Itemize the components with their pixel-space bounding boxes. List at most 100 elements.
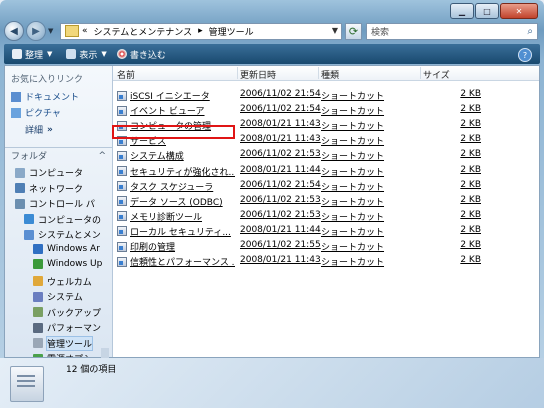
- file-name-cell[interactable]: タスク スケジューラ: [117, 180, 235, 193]
- help-button[interactable]: ?: [518, 48, 532, 62]
- search-icon[interactable]: ⌕: [527, 26, 533, 37]
- file-size[interactable]: 2 KB: [443, 180, 481, 190]
- burn-button[interactable]: 書き込む: [116, 48, 166, 61]
- file-date[interactable]: 2006/11/02 21:54: [240, 89, 321, 99]
- column-divider[interactable]: [237, 67, 238, 79]
- file-type[interactable]: ショートカット: [321, 119, 384, 132]
- column-name[interactable]: 名前: [117, 68, 135, 81]
- minimize-button[interactable]: ▁: [450, 3, 474, 19]
- file-name[interactable]: メモリ診断ツール: [130, 210, 202, 223]
- file-name-cell[interactable]: セキュリティが強化され...: [117, 165, 235, 178]
- file-name-cell[interactable]: データ ソース (ODBC): [117, 195, 235, 208]
- column-divider[interactable]: [420, 67, 421, 79]
- close-button[interactable]: ✕: [500, 3, 538, 19]
- file-row[interactable]: iSCSI イニシエータ 2006/11/02 21:54 ショートカット 2 KB: [113, 88, 539, 102]
- column-divider[interactable]: [318, 67, 319, 79]
- file-type[interactable]: ショートカット: [321, 165, 384, 178]
- back-button[interactable]: ◀: [4, 21, 24, 41]
- file-row[interactable]: ローカル セキュリティ... 2008/01/21 11:44 ショートカット 2 K…: [113, 224, 539, 238]
- tree-item[interactable]: Windows Up: [33, 259, 102, 269]
- file-type[interactable]: ショートカット: [321, 225, 384, 238]
- file-name-cell[interactable]: iSCSI イニシエータ: [117, 89, 235, 102]
- more-links-button[interactable]: 詳細 »: [25, 123, 53, 137]
- file-date[interactable]: 2006/11/02 21:54: [240, 180, 321, 190]
- file-row[interactable]: イベント ビューア 2006/11/02 21:54 ショートカット 2 KB: [113, 103, 539, 117]
- address-prefix[interactable]: «: [82, 26, 88, 36]
- file-size[interactable]: 2 KB: [443, 104, 481, 114]
- file-row[interactable]: システム構成 2006/11/02 21:53 ショートカット 2 KB: [113, 148, 539, 162]
- file-type[interactable]: ショートカット: [321, 134, 384, 147]
- file-name[interactable]: 印刷の管理: [130, 240, 175, 253]
- file-date[interactable]: 2008/01/21 11:43: [240, 134, 321, 144]
- address-crumb-system[interactable]: システムとメンテナンス: [94, 25, 193, 38]
- favorite-documents[interactable]: ドキュメント: [11, 90, 79, 103]
- file-name-cell[interactable]: イベント ビューア: [117, 104, 235, 117]
- favorite-pictures[interactable]: ピクチャ: [11, 106, 61, 119]
- file-row[interactable]: タスク スケジューラ 2006/11/02 21:54 ショートカット 2 KB: [113, 179, 539, 193]
- file-name[interactable]: データ ソース (ODBC): [130, 195, 223, 208]
- file-size[interactable]: 2 KB: [443, 195, 481, 205]
- column-date[interactable]: 更新日時: [240, 68, 276, 81]
- file-type[interactable]: ショートカット: [321, 210, 384, 223]
- file-type[interactable]: ショートカット: [321, 149, 384, 162]
- file-row[interactable]: メモリ診断ツール 2006/11/02 21:53 ショートカット 2 KB: [113, 209, 539, 223]
- tree-item[interactable]: 管理ツール: [33, 335, 94, 351]
- file-size[interactable]: 2 KB: [443, 134, 481, 144]
- search-input[interactable]: 検索 ⌕: [366, 22, 538, 40]
- refresh-button[interactable]: ⟳: [345, 22, 362, 40]
- views-button[interactable]: 表示 ▼: [66, 48, 107, 61]
- address-field[interactable]: « システムとメンテナンス ▸ 管理ツール ▼: [60, 22, 342, 40]
- file-name-cell[interactable]: 印刷の管理: [117, 240, 235, 253]
- file-size[interactable]: 2 KB: [443, 255, 481, 265]
- file-type[interactable]: ショートカット: [321, 104, 384, 117]
- tree-item[interactable]: コンピュータ: [15, 166, 83, 179]
- file-row[interactable]: セキュリティが強化され... 2008/01/21 11:44 ショートカット 2 K…: [113, 164, 539, 178]
- file-name[interactable]: セキュリティが強化され...: [130, 165, 235, 178]
- file-name[interactable]: 信頼性とパフォーマンス ...: [130, 255, 235, 268]
- file-date[interactable]: 2006/11/02 21:55: [240, 240, 321, 250]
- address-separator[interactable]: ▸: [198, 26, 203, 36]
- file-name[interactable]: タスク スケジューラ: [130, 180, 213, 193]
- file-type[interactable]: ショートカット: [321, 89, 384, 102]
- file-date[interactable]: 2006/11/02 21:53: [240, 149, 321, 159]
- organize-button[interactable]: 整理 ▼: [12, 48, 52, 61]
- file-size[interactable]: 2 KB: [443, 165, 481, 175]
- tree-item[interactable]: Windows Ar: [33, 243, 100, 254]
- file-date[interactable]: 2008/01/21 11:44: [240, 165, 321, 175]
- file-name[interactable]: iSCSI イニシエータ: [130, 89, 210, 102]
- scrollbar[interactable]: [101, 348, 109, 358]
- file-type[interactable]: ショートカット: [321, 180, 384, 193]
- file-type[interactable]: ショートカット: [321, 195, 384, 208]
- maximize-button[interactable]: □: [475, 3, 499, 19]
- file-name-cell[interactable]: ローカル セキュリティ...: [117, 225, 235, 238]
- file-row[interactable]: データ ソース (ODBC) 2006/11/02 21:53 ショートカット 2 K…: [113, 194, 539, 208]
- tree-item[interactable]: ネットワーク: [15, 182, 83, 195]
- file-size[interactable]: 2 KB: [443, 210, 481, 220]
- file-type[interactable]: ショートカット: [321, 240, 384, 253]
- file-name[interactable]: システム構成: [130, 149, 184, 162]
- tree-item[interactable]: コンピュータの: [24, 213, 101, 226]
- file-name-cell[interactable]: 信頼性とパフォーマンス ...: [117, 255, 235, 268]
- file-date[interactable]: 2006/11/02 21:54: [240, 104, 321, 114]
- recent-pages-dropdown[interactable]: ▼: [48, 27, 56, 35]
- file-date[interactable]: 2008/01/21 11:43: [240, 119, 321, 129]
- tree-item[interactable]: コントロール パ: [15, 197, 95, 210]
- folders-header[interactable]: フォルダ ^: [5, 147, 112, 163]
- tree-item[interactable]: ウェルカム: [33, 275, 92, 288]
- column-type[interactable]: 種類: [321, 68, 339, 81]
- file-size[interactable]: 2 KB: [443, 89, 481, 99]
- tree-item[interactable]: バックアップ: [33, 306, 101, 319]
- tree-item[interactable]: システムとメン: [24, 228, 101, 241]
- file-size[interactable]: 2 KB: [443, 225, 481, 235]
- file-name-cell[interactable]: システム構成: [117, 149, 235, 162]
- file-date[interactable]: 2008/01/21 11:43: [240, 255, 321, 265]
- column-size[interactable]: サイズ: [423, 68, 450, 81]
- file-name[interactable]: ローカル セキュリティ...: [130, 225, 231, 238]
- file-type[interactable]: ショートカット: [321, 255, 384, 268]
- file-date[interactable]: 2006/11/02 21:53: [240, 195, 321, 205]
- file-name-cell[interactable]: メモリ診断ツール: [117, 210, 235, 223]
- file-name[interactable]: イベント ビューア: [130, 104, 205, 117]
- file-row[interactable]: 信頼性とパフォーマンス ... 2008/01/21 11:43 ショートカット 2 …: [113, 254, 539, 268]
- file-row[interactable]: 印刷の管理 2006/11/02 21:55 ショートカット 2 KB: [113, 239, 539, 253]
- address-dropdown-icon[interactable]: ▼: [332, 26, 338, 35]
